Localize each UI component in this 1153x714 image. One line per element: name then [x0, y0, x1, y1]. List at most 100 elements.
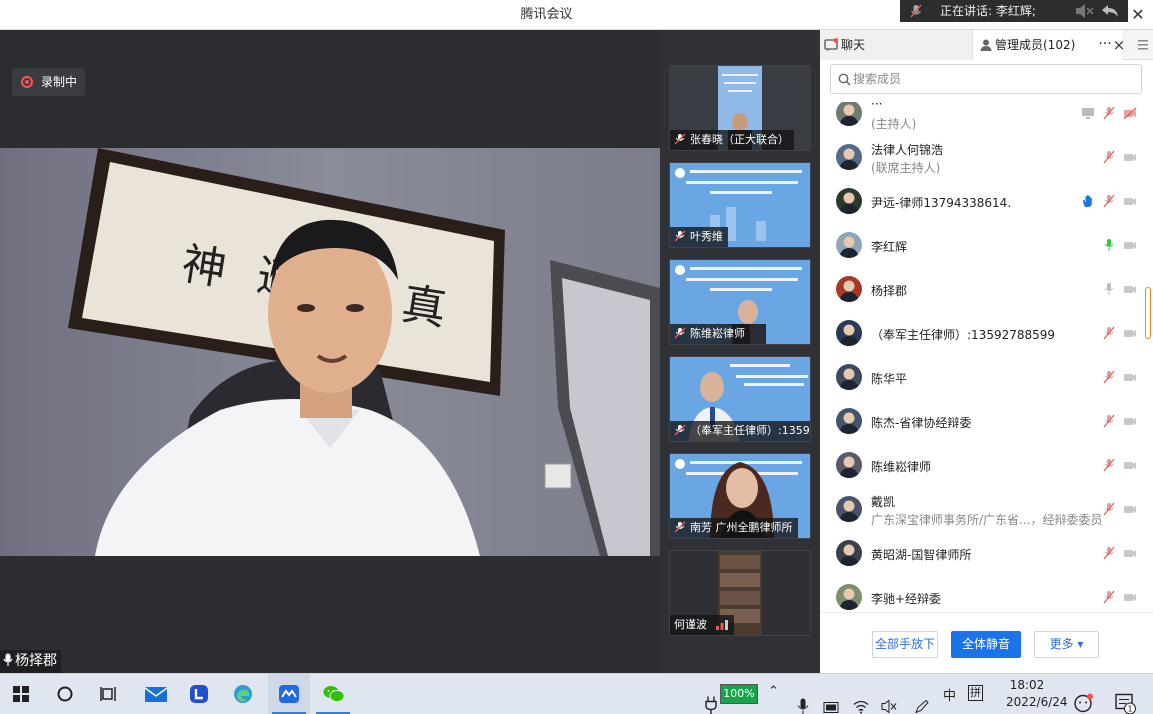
menu-icon[interactable]	[1138, 39, 1148, 51]
member-name: 陈杰-省律协经辩委	[871, 416, 972, 430]
device-icon[interactable]	[823, 687, 839, 714]
member-row[interactable]: 陈维崧律师	[820, 444, 1145, 488]
clock[interactable]: 18:02 2022/6/24	[1006, 677, 1068, 711]
participant-thumbnail[interactable]: 叶秀维	[669, 162, 811, 248]
member-row[interactable]: 李红辉	[820, 224, 1145, 268]
member-row[interactable]: 黄昭湖-国智律师所	[820, 532, 1145, 576]
member-row[interactable]: 尹远-律师13794338614.	[820, 180, 1145, 224]
member-info: 黄昭湖-国智律师所	[871, 532, 1081, 576]
camera-icon[interactable]	[1123, 282, 1137, 296]
recording-label: 录制中	[41, 75, 78, 89]
member-list-scrollbar[interactable]	[1145, 287, 1151, 339]
speaker-video: 神 適 真	[0, 148, 660, 556]
member-row[interactable]: 李驰+经辩委	[820, 576, 1145, 612]
mail-icon	[144, 687, 168, 702]
window-close-button[interactable]: ✕	[1129, 5, 1147, 25]
camera-icon[interactable]	[1123, 370, 1137, 384]
screen-share-icon[interactable]	[1081, 106, 1095, 120]
participant-thumbnail[interactable]: （奉军主任律师）:13592...	[669, 356, 811, 442]
edge-browser[interactable]	[222, 674, 264, 714]
avatar	[836, 540, 862, 566]
more-button[interactable]: 更多 ▾	[1034, 631, 1099, 658]
member-row[interactable]: ··· (主持人)	[820, 102, 1145, 136]
mic-icon[interactable]	[1102, 326, 1116, 340]
mic-icon[interactable]	[1102, 150, 1116, 164]
wifi-icon[interactable]	[853, 686, 869, 714]
member-name: 法律人何锦浩	[871, 143, 944, 157]
camera-icon[interactable]	[1123, 458, 1137, 472]
battery-indicator[interactable]: 100%	[720, 684, 758, 704]
camera-icon[interactable]	[1123, 502, 1137, 516]
camera-icon[interactable]	[1123, 590, 1137, 604]
speaking-indicator: 正在讲话: 李红辉;	[900, 0, 1128, 22]
speaking-text: 正在讲话: 李红辉;	[940, 4, 1036, 18]
member-name: 尹远-律师13794338614.	[871, 196, 1012, 210]
mic-icon	[3, 653, 13, 666]
search-input[interactable]	[853, 69, 1133, 89]
lower-all-hands-button[interactable]: 全部手放下	[872, 631, 938, 658]
member-info: 法律人何锦浩 (联席主持人)	[871, 136, 1081, 180]
mic-icon[interactable]	[1102, 590, 1116, 604]
wechat-tray-icon[interactable]	[1072, 683, 1094, 714]
undo-arrow-icon[interactable]	[1100, 3, 1120, 19]
member-row[interactable]: 戴凯 广东深宝律师事务所/广东省...，经辩委委员	[820, 488, 1145, 532]
camera-icon[interactable]	[1123, 238, 1137, 252]
mic-icon[interactable]	[1102, 370, 1116, 384]
member-name: （奉军主任律师）:13592788599	[871, 328, 1056, 342]
chat-icon	[824, 38, 838, 51]
camera-icon[interactable]	[1123, 150, 1137, 164]
member-row[interactable]: 法律人何锦浩 (联席主持人)	[820, 136, 1145, 180]
participant-thumbnail[interactable]: 张春晓（正大联合）	[669, 65, 811, 151]
wechat-app[interactable]	[312, 674, 354, 714]
camera-icon[interactable]	[1123, 414, 1137, 428]
pen-icon[interactable]	[914, 686, 930, 714]
member-row[interactable]: 陈杰-省律协经辩委	[820, 400, 1145, 444]
recording-badge[interactable]: 录制中	[12, 68, 85, 96]
volume-icon[interactable]	[1074, 3, 1094, 19]
tab-chat[interactable]: 聊天	[820, 30, 972, 60]
participant-name: 叶秀维	[690, 230, 723, 243]
search-taskbar-button[interactable]	[44, 674, 86, 714]
member-search[interactable]	[830, 64, 1142, 94]
volume-muted-icon[interactable]	[881, 686, 897, 714]
member-row[interactable]: 陈华平	[820, 356, 1145, 400]
mail-app[interactable]	[134, 674, 176, 714]
participant-thumbnail[interactable]: 陈维崧律师	[669, 259, 811, 345]
mic-icon[interactable]	[1102, 502, 1116, 516]
mic-icon[interactable]	[1102, 282, 1116, 296]
participant-name: 张春晓（正大联合）	[690, 133, 789, 146]
tencent-meeting-app[interactable]	[268, 674, 310, 714]
member-row[interactable]: 杨择郡	[820, 268, 1145, 312]
member-info: 陈维崧律师	[871, 444, 1081, 488]
raised-hand-icon[interactable]	[1081, 194, 1095, 208]
participant-thumbnail[interactable]: 何谨波	[669, 550, 811, 636]
mic-icon[interactable]	[1102, 194, 1116, 208]
close-panel-button[interactable]: ×	[1112, 30, 1126, 60]
microphone-icon[interactable]	[797, 686, 809, 714]
mute-all-button[interactable]: 全体静音	[951, 631, 1021, 658]
more-options-button[interactable]: ···	[1098, 30, 1112, 60]
camera-icon[interactable]	[1123, 546, 1137, 560]
member-info: ··· (主持人)	[871, 102, 1081, 136]
camera-icon[interactable]	[1123, 106, 1137, 120]
chevron-up-icon[interactable]: ⌃	[768, 684, 779, 699]
ime-pinyin[interactable]: 拼	[968, 685, 983, 701]
notification-icon[interactable]: 1	[1114, 683, 1138, 714]
window-title: 腾讯会议	[520, 7, 573, 22]
ime-mode[interactable]: 中	[943, 685, 956, 704]
lark-app[interactable]	[178, 674, 220, 714]
member-row[interactable]: （奉军主任律师）:13592788599	[820, 312, 1145, 356]
participant-thumbnail[interactable]: 南芳 广州全鹏律师所	[669, 453, 811, 539]
mic-icon[interactable]	[1102, 458, 1116, 472]
mic-icon[interactable]	[1102, 106, 1116, 120]
mic-icon[interactable]	[1102, 238, 1116, 252]
svg-text:神: 神	[178, 238, 229, 295]
task-view-button[interactable]	[88, 674, 130, 714]
camera-icon[interactable]	[1123, 326, 1137, 340]
task-view-icon	[100, 687, 116, 701]
mic-icon[interactable]	[1102, 414, 1116, 428]
mic-icon[interactable]	[1102, 546, 1116, 560]
start-button[interactable]	[0, 674, 42, 714]
clock-time: 18:02	[1009, 678, 1045, 692]
camera-icon[interactable]	[1123, 194, 1137, 208]
